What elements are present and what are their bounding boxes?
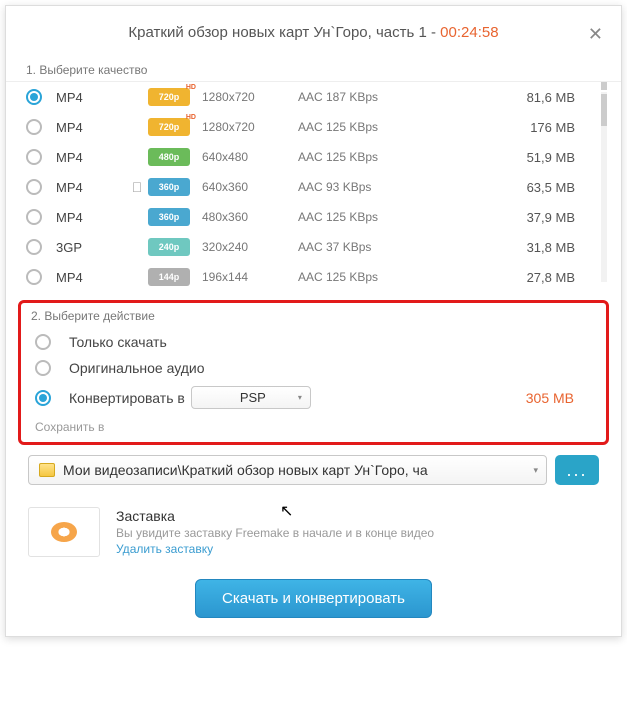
save-in-label: Сохранить в — [35, 420, 592, 434]
action-section-label: 2. Выберите действие — [31, 309, 596, 323]
resolution-badge: 480p — [148, 148, 190, 166]
radio-quality[interactable] — [26, 179, 42, 195]
resolution-label: 640x480 — [202, 150, 298, 164]
audio-label: AAC 187 KBps — [298, 90, 408, 104]
save-path-row: Мои видеозаписи\Краткий обзор новых карт… — [6, 449, 621, 495]
resolution-label: 196x144 — [202, 270, 298, 284]
action-section: 2. Выберите действие Только скачать Ориг… — [18, 300, 609, 445]
action-convert[interactable]: Конвертировать в PSP ▾ 305 MB — [31, 381, 596, 414]
resolution-badge: 720p — [148, 118, 190, 136]
radio-quality[interactable] — [26, 269, 42, 285]
outro-thumbnail — [28, 507, 100, 557]
label-download-only: Только скачать — [69, 334, 167, 350]
radio-quality[interactable] — [26, 89, 42, 105]
radio-quality[interactable] — [26, 149, 42, 165]
radio-convert[interactable] — [35, 390, 51, 406]
radio-download-only[interactable] — [35, 334, 51, 350]
download-convert-button[interactable]: Скачать и конвертировать — [195, 579, 432, 618]
chevron-down-icon: ▾ — [533, 465, 538, 476]
quality-row[interactable]: MP4 720p 1280x720AAC 125 KBps176 MB — [6, 112, 621, 142]
size-label: 31,8 MB — [408, 240, 595, 255]
label-convert: Конвертировать в — [69, 390, 185, 406]
save-path-value: Мои видеозаписи\Краткий обзор новых карт… — [63, 462, 428, 478]
format-label: MP4 — [56, 180, 126, 195]
format-label: MP4 — [56, 210, 126, 225]
quality-row[interactable]: MP4  360p 640x360AAC 93 KBps63,5 MB — [6, 172, 621, 202]
close-button[interactable]: ✕ — [588, 24, 603, 45]
resolution-label: 1280x720 — [202, 120, 298, 134]
outro-desc: Вы увидите заставку Freemake в начале и … — [116, 526, 434, 540]
quality-row[interactable]: MP4 144p 196x144AAC 125 KBps27,8 MB — [6, 262, 621, 292]
audio-label: AAC 125 KBps — [298, 120, 408, 134]
size-label: 37,9 MB — [408, 210, 595, 225]
size-label: 81,6 MB — [408, 90, 595, 105]
outro-section: Заставка Вы увидите заставку Freemake в … — [6, 495, 621, 569]
format-label: MP4 — [56, 120, 126, 135]
save-path-select[interactable]: Мои видеозаписи\Краткий обзор новых карт… — [28, 455, 547, 485]
audio-label: AAC 125 KBps — [298, 150, 408, 164]
format-label: MP4 — [56, 150, 126, 165]
download-dialog: Краткий обзор новых карт Ун`Горо, часть … — [5, 5, 622, 637]
scroll-up-icon[interactable] — [601, 82, 607, 90]
quality-list: MP4720p1280x720AAC 187 KBps81,6 MBMP4720… — [6, 82, 621, 292]
resolution-badge: 360p — [148, 208, 190, 226]
size-label: 51,9 MB — [408, 150, 595, 165]
quality-row[interactable]: 3GP 240p 320x240AAC 37 KBps31,8 MB — [6, 232, 621, 262]
duration-text: 00:24:58 — [440, 24, 498, 41]
size-label: 27,8 MB — [408, 270, 595, 285]
dialog-footer: Скачать и конвертировать — [6, 569, 621, 636]
audio-label: AAC 125 KBps — [298, 210, 408, 224]
quality-row[interactable]: MP4 360p 480x360AAC 125 KBps37,9 MB — [6, 202, 621, 232]
resolution-badge: 144p — [148, 268, 190, 286]
format-label: MP4 — [56, 90, 126, 105]
resolution-label: 320x240 — [202, 240, 298, 254]
title-text: Краткий обзор новых карт Ун`Горо, часть … — [128, 24, 440, 41]
convert-target-select[interactable]: PSP ▾ — [191, 386, 311, 409]
resolution-label: 480x360 — [202, 210, 298, 224]
resolution-label: 1280x720 — [202, 90, 298, 104]
apple-slot:  — [126, 179, 148, 195]
radio-quality[interactable] — [26, 239, 42, 255]
resolution-badge: 240p — [148, 238, 190, 256]
audio-label: AAC 93 KBps — [298, 180, 408, 194]
scrollbar[interactable] — [601, 82, 607, 292]
radio-original-audio[interactable] — [35, 360, 51, 376]
label-original-audio: Оригинальное аудио — [69, 360, 205, 376]
outro-remove-link[interactable]: Удалить заставку — [116, 542, 434, 556]
scroll-track[interactable] — [601, 92, 607, 282]
resolution-label: 640x360 — [202, 180, 298, 194]
radio-quality[interactable] — [26, 209, 42, 225]
quality-row[interactable]: MP4 480p 640x480AAC 125 KBps51,9 MB — [6, 142, 621, 172]
resolution-badge: 360p — [148, 178, 190, 196]
size-label: 176 MB — [408, 120, 595, 135]
quality-section-label: 1. Выберите качество — [6, 57, 621, 82]
dialog-header: Краткий обзор новых карт Ун`Горо, часть … — [6, 6, 621, 57]
action-download-only[interactable]: Только скачать — [31, 329, 596, 355]
resolution-badge: 720p — [148, 88, 190, 106]
audio-label: AAC 37 KBps — [298, 240, 408, 254]
chevron-down-icon: ▾ — [298, 393, 302, 402]
action-original-audio[interactable]: Оригинальное аудио — [31, 355, 596, 381]
convert-size: 305 MB — [526, 390, 592, 406]
apple-icon:  — [132, 179, 143, 195]
folder-icon — [39, 463, 55, 477]
format-label: MP4 — [56, 270, 126, 285]
audio-label: AAC 125 KBps — [298, 270, 408, 284]
outro-title: Заставка — [116, 508, 434, 524]
freemake-logo-icon — [51, 522, 77, 542]
format-label: 3GP — [56, 240, 126, 255]
scroll-thumb[interactable] — [601, 94, 607, 126]
radio-quality[interactable] — [26, 119, 42, 135]
size-label: 63,5 MB — [408, 180, 595, 195]
dialog-title: Краткий обзор новых карт Ун`Горо, часть … — [128, 24, 498, 41]
quality-row[interactable]: MP4 720p 1280x720AAC 187 KBps81,6 MB — [6, 82, 621, 112]
browse-button[interactable]: ... — [555, 455, 599, 485]
convert-target-value: PSP — [240, 390, 266, 405]
